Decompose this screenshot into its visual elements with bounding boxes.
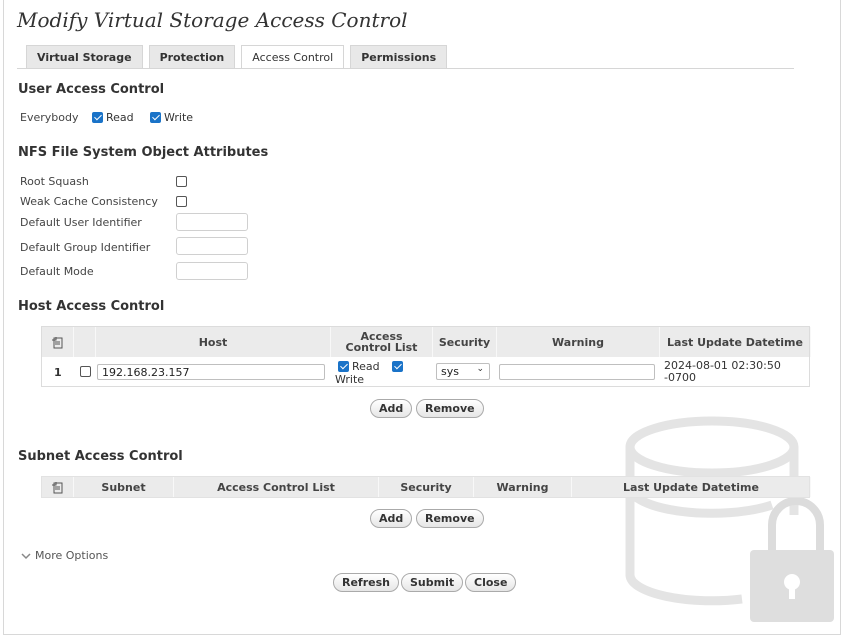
- column-chooser-icon[interactable]: [42, 327, 74, 357]
- host-column-header: Host: [96, 327, 331, 357]
- column-chooser-icon[interactable]: [42, 477, 74, 497]
- acl-column-header: Access Control List: [174, 477, 379, 497]
- last-update-value: 2024-08-01 02:30:50 -0700: [664, 359, 781, 384]
- security-select[interactable]: sys ⌄: [436, 363, 490, 380]
- warning-column-header: Warning: [497, 327, 660, 357]
- tab-access-control[interactable]: Access Control: [241, 45, 345, 69]
- weak-cache-checkbox[interactable]: [176, 196, 187, 207]
- host-read-label: Read: [352, 360, 380, 373]
- host-remove-button[interactable]: Remove: [416, 399, 484, 418]
- subnet-add-button[interactable]: Add: [370, 509, 413, 528]
- host-write-checkbox[interactable]: [392, 361, 403, 372]
- select-column-header: [74, 327, 96, 357]
- security-value: sys: [441, 365, 459, 378]
- everybody-write-checkbox[interactable]: [150, 112, 161, 123]
- user-access-title: User Access Control: [18, 82, 165, 97]
- table-row: 1 192.168.23.157 Read Write sys ⌄ 2024-0…: [42, 357, 809, 387]
- warning-field[interactable]: [499, 364, 655, 380]
- more-options-toggle[interactable]: More Options: [21, 549, 108, 562]
- host-add-button[interactable]: Add: [370, 399, 413, 418]
- default-group-label: Default Group Identifier: [20, 241, 151, 254]
- everybody-label: Everybody: [20, 111, 79, 124]
- default-mode-label: Default Mode: [20, 265, 94, 278]
- security-column-header: Security: [433, 327, 497, 357]
- subnet-access-table: Subnet Access Control List Security Warn…: [41, 476, 811, 498]
- subnet-access-title: Subnet Access Control: [18, 449, 183, 464]
- everybody-read-label: Read: [106, 111, 134, 124]
- everybody-write-label: Write: [164, 111, 194, 124]
- storage-lock-icon: [625, 416, 834, 622]
- tab-permissions[interactable]: Permissions: [350, 45, 448, 69]
- refresh-button[interactable]: Refresh: [333, 573, 399, 592]
- submit-button[interactable]: Submit: [401, 573, 464, 592]
- default-mode-field[interactable]: [176, 262, 248, 280]
- tab-protection[interactable]: Protection: [148, 45, 236, 69]
- host-write-label: Write: [335, 373, 365, 386]
- table-header: Subnet Access Control List Security Warn…: [42, 477, 811, 497]
- root-squash-checkbox[interactable]: [176, 176, 187, 187]
- row-select-checkbox[interactable]: [80, 366, 91, 377]
- host-read-checkbox[interactable]: [338, 361, 349, 372]
- last-update-column-header: Last Update Datetime: [660, 327, 811, 357]
- security-column-header: Security: [379, 477, 474, 497]
- chevron-down-icon: [21, 552, 31, 559]
- host-field[interactable]: 192.168.23.157: [97, 364, 325, 380]
- subnet-remove-button[interactable]: Remove: [416, 509, 484, 528]
- page-frame: Modify Virtual Storage Access Control Vi…: [3, 0, 841, 635]
- acl-column-header: Access Control List: [331, 327, 433, 357]
- warning-column-header: Warning: [474, 477, 572, 497]
- row-number: 1: [54, 366, 62, 379]
- chevron-down-icon: ⌄: [476, 364, 484, 374]
- everybody-read-checkbox[interactable]: [92, 112, 103, 123]
- nfs-attributes-title: NFS File System Object Attributes: [18, 145, 269, 160]
- host-access-table: Host Access Control List Security Warnin…: [41, 326, 811, 387]
- tab-divider: [17, 68, 794, 69]
- host-access-title: Host Access Control: [18, 299, 165, 314]
- root-squash-label: Root Squash: [20, 175, 89, 188]
- close-button[interactable]: Close: [465, 573, 517, 592]
- default-user-field[interactable]: [176, 213, 248, 231]
- more-options-label: More Options: [35, 549, 109, 562]
- table-header: Host Access Control List Security Warnin…: [42, 327, 811, 357]
- default-group-field[interactable]: [176, 237, 248, 255]
- weak-cache-label: Weak Cache Consistency: [20, 195, 158, 208]
- page-title: Modify Virtual Storage Access Control: [17, 8, 408, 32]
- default-user-label: Default User Identifier: [20, 216, 142, 229]
- tab-bar: Virtual Storage Protection Access Contro…: [26, 45, 453, 69]
- tab-virtual-storage[interactable]: Virtual Storage: [26, 45, 143, 69]
- subnet-column-header: Subnet: [74, 477, 174, 497]
- last-update-column-header: Last Update Datetime: [572, 477, 811, 497]
